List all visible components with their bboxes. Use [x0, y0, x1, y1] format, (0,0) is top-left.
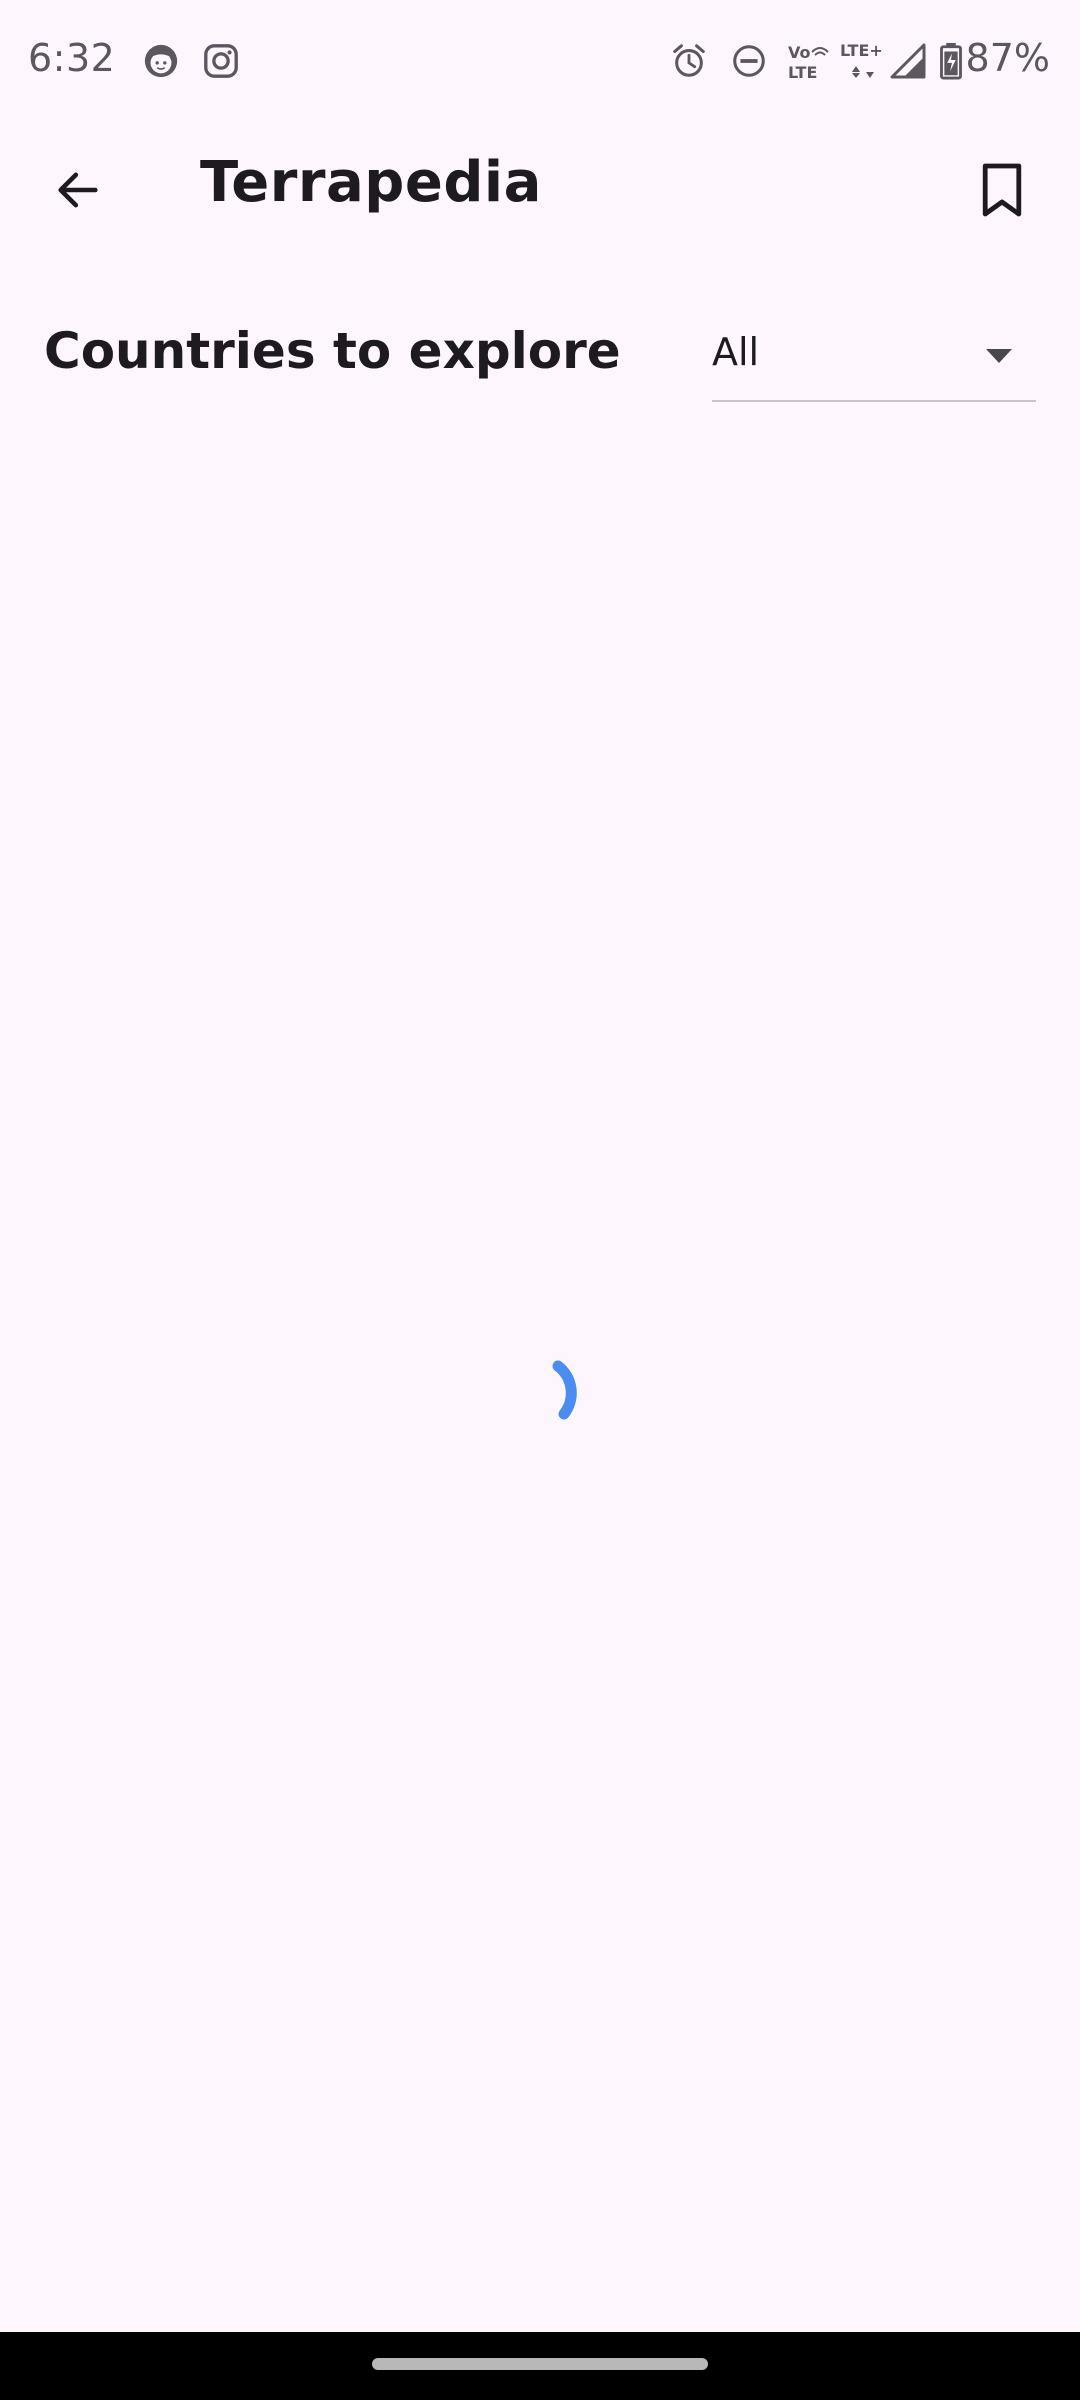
dropdown-selected-value: All [712, 330, 760, 374]
instagram-icon [204, 44, 238, 78]
region-filter-dropdown[interactable]: All [712, 322, 1036, 402]
face-app-icon [144, 44, 178, 78]
lte-plus-icon: LTE+ [840, 42, 888, 84]
lte-plus-label: LTE+ [840, 41, 883, 60]
data-arrows-icon [852, 66, 874, 78]
dropdown-arrow-icon [986, 349, 1012, 363]
app-title: Terrapedia [200, 150, 542, 215]
home-indicator[interactable] [372, 2358, 708, 2370]
navigation-bar [0, 2332, 1080, 2400]
section-header: Countries to explore All [0, 300, 1080, 410]
bookmark-icon [982, 163, 1022, 217]
volte-icon: Vo LTE [786, 44, 832, 84]
volte-wifi-icon [811, 47, 829, 56]
loading-spinner [552, 1360, 577, 1420]
volte-top-label: Vo [788, 43, 811, 62]
bookmark-button[interactable] [964, 152, 1040, 228]
arrow-back-icon [58, 172, 98, 208]
app-bar: Terrapedia [0, 126, 1080, 242]
alarm-icon [673, 44, 705, 77]
status-time: 6:32 [28, 36, 116, 80]
signal-icon [890, 43, 926, 79]
do-not-disturb-icon [733, 45, 765, 77]
volte-bottom-label: LTE [788, 63, 818, 82]
battery-percentage: 87% [965, 36, 1050, 80]
section-title: Countries to explore [44, 322, 621, 380]
status-bar: 6:32 Vo LTE LTE+ 87% [0, 0, 1080, 126]
app-screen: 6:32 Vo LTE LTE+ 87% Terrapedia Countrie… [0, 0, 1080, 2400]
back-button[interactable] [40, 152, 116, 228]
battery-icon [940, 42, 962, 80]
